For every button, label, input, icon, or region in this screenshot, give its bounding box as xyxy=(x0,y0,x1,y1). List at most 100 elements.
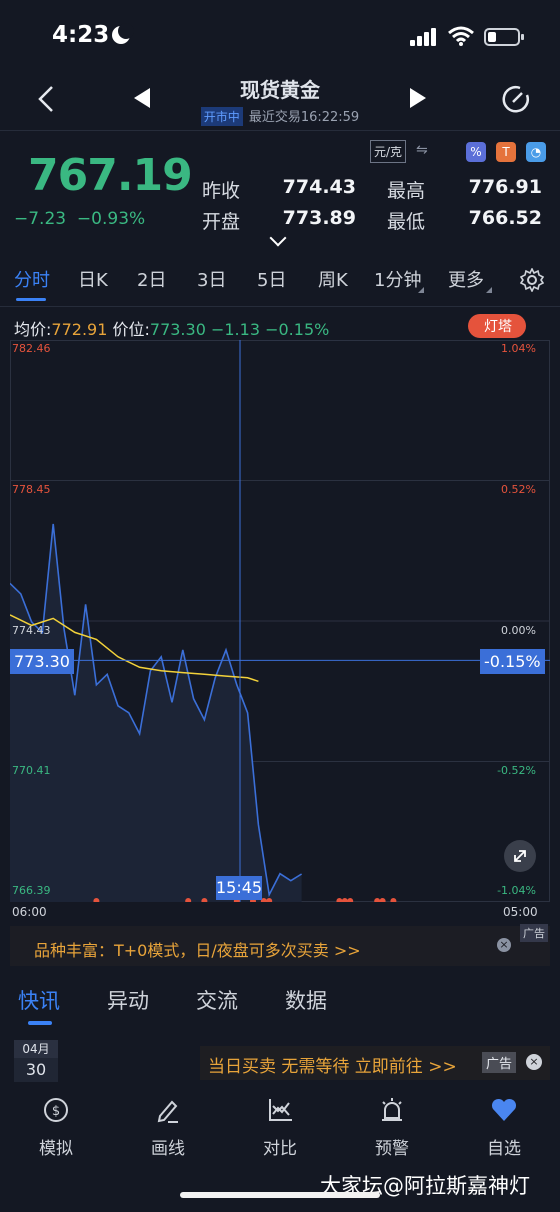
nav-watchlist-label: 自选 xyxy=(487,1139,521,1159)
tab-more[interactable]: 更多 xyxy=(448,266,484,292)
date-month: 04月 xyxy=(14,1040,58,1058)
status-time: 4:23 xyxy=(52,22,110,48)
event-marker-7 xyxy=(336,898,343,902)
nav-draw[interactable]: 画线 xyxy=(128,1096,208,1159)
intraday-chart[interactable] xyxy=(10,340,550,902)
price-label: 价位: xyxy=(112,320,150,339)
crosshair-info: 均价:772.91 价位:773.30 −1.13 −0.15% xyxy=(14,316,329,340)
battery-icon xyxy=(484,28,524,46)
open-label: 开盘 xyxy=(202,211,241,233)
diff-value: −1.13 xyxy=(210,320,260,339)
expand-icon xyxy=(514,850,526,862)
tab-3day[interactable]: 3日 xyxy=(197,266,226,292)
tab-2day[interactable]: 2日 xyxy=(137,266,166,292)
ad-badge: 广告 xyxy=(520,924,548,942)
nav-alert[interactable]: 预警 xyxy=(352,1096,432,1159)
y-tick-right-1: 0.52% xyxy=(501,483,536,496)
change-value: −7.23 xyxy=(14,209,67,229)
lighthouse-button[interactable]: 灯塔 xyxy=(468,314,526,338)
nav-compare-label: 对比 xyxy=(263,1139,297,1159)
prev-close-value: 774.43 xyxy=(282,176,356,198)
next-instrument-icon[interactable] xyxy=(410,88,426,108)
current-price: 767.19 xyxy=(28,150,193,201)
previous-instrument-icon[interactable] xyxy=(134,88,150,108)
event-marker-8 xyxy=(341,898,348,902)
tab-daily-k[interactable]: 日K xyxy=(78,266,108,292)
alarm-icon xyxy=(382,1098,402,1121)
y-tick-right-2: 0.00% xyxy=(501,624,536,637)
tab-intraday[interactable]: 分时 xyxy=(14,266,50,292)
unit-selector[interactable]: 元/克 xyxy=(370,140,407,163)
tab-underline xyxy=(16,298,46,301)
ad-text-2[interactable]: 当日买卖 无需等待 立即前往 >> xyxy=(208,1052,457,1077)
tab-1min[interactable]: 1分钟 xyxy=(374,266,421,292)
nav-watchlist[interactable]: 自选 xyxy=(464,1096,544,1159)
open-value: 773.89 xyxy=(282,207,356,229)
moon-icon xyxy=(112,23,134,44)
expand-quote-icon[interactable] xyxy=(269,229,287,247)
y-tick-right-4: -1.04% xyxy=(497,884,536,897)
tab-flash-news[interactable]: 快讯 xyxy=(18,985,60,1015)
nav-simulate[interactable]: $ 模拟 xyxy=(16,1096,96,1159)
market-status: 开市中 最近交易16:22:59 xyxy=(0,106,560,126)
nav-simulate-label: 模拟 xyxy=(39,1139,73,1159)
crosshair-pct-tag: -0.15% xyxy=(480,649,545,674)
fullscreen-button[interactable] xyxy=(504,840,536,872)
tabs-divider xyxy=(0,306,560,307)
low-value: 766.52 xyxy=(468,207,542,229)
tab-weekly-k[interactable]: 周K xyxy=(318,266,348,292)
tab-5day[interactable]: 5日 xyxy=(257,266,286,292)
tab-data[interactable]: 数据 xyxy=(285,985,327,1015)
tab-movements[interactable]: 异动 xyxy=(107,985,149,1015)
crosshair-time-tag: 15:45 xyxy=(216,876,262,900)
last-trade-time: 最近交易16:22:59 xyxy=(248,110,360,125)
tool-icon[interactable]: T xyxy=(496,142,516,162)
event-marker-10 xyxy=(374,898,381,902)
x-tick-start: 06:00 xyxy=(12,905,47,919)
compare-chart-icon xyxy=(269,1099,292,1121)
pie-chart-icon[interactable]: ◔ xyxy=(526,142,546,162)
nav-compare[interactable]: 对比 xyxy=(240,1096,320,1159)
high-value: 776.91 xyxy=(468,176,542,198)
gear-icon[interactable] xyxy=(520,268,544,292)
pen-icon xyxy=(157,1100,178,1123)
y-tick-left-2: 774.43 xyxy=(12,624,51,637)
ad-close-icon[interactable]: × xyxy=(497,938,511,952)
y-tick-left-1: 778.45 xyxy=(12,483,51,496)
crosshair-price-tag: 773.30 xyxy=(10,649,74,674)
avg-label: 均价: xyxy=(14,320,52,339)
price-change: −7.23 −0.93% xyxy=(14,209,145,229)
diff-percent: −0.15% xyxy=(265,320,330,339)
y-tick-left-3: 770.41 xyxy=(12,764,51,777)
low-label: 最低 xyxy=(387,211,426,233)
high-label: 最高 xyxy=(387,180,426,202)
y-tick-left-0: 782.46 xyxy=(12,342,51,355)
header-divider xyxy=(0,130,560,131)
page-title: 现货黄金 xyxy=(240,78,320,102)
nav-alert-label: 预警 xyxy=(375,1139,409,1159)
heart-icon xyxy=(491,1098,517,1121)
avg-value: 772.91 xyxy=(51,320,108,339)
ad-close-icon-2[interactable]: × xyxy=(526,1054,542,1070)
wifi-icon xyxy=(448,26,474,46)
refresh-icon[interactable] xyxy=(500,83,532,115)
svg-text:$: $ xyxy=(52,1104,60,1119)
date-day: 30 xyxy=(14,1058,58,1082)
ad-text[interactable]: 品种丰富：T+0模式，日/夜盘可多次买卖 >> xyxy=(34,937,361,961)
dropdown-corner-icon xyxy=(486,287,492,293)
ad-badge-2: 广告 xyxy=(482,1052,517,1073)
x-tick-end: 05:00 xyxy=(503,905,538,919)
market-state-badge: 开市中 xyxy=(200,107,243,126)
tab-discussion[interactable]: 交流 xyxy=(196,985,238,1015)
price-value: 773.30 xyxy=(149,320,206,339)
dropdown-corner-icon xyxy=(418,287,424,293)
dollar-cycle-icon: $ xyxy=(44,1098,68,1122)
prev-close-label: 昨收 xyxy=(202,180,241,202)
y-tick-left-4: 766.39 xyxy=(12,884,51,897)
event-marker-9 xyxy=(347,898,354,902)
y-tick-right-0: 1.04% xyxy=(501,342,536,355)
signal-icon xyxy=(410,28,438,46)
swap-icon[interactable]: ⇋ xyxy=(416,142,428,158)
home-indicator[interactable] xyxy=(180,1192,380,1198)
percent-icon[interactable]: % xyxy=(466,142,486,162)
